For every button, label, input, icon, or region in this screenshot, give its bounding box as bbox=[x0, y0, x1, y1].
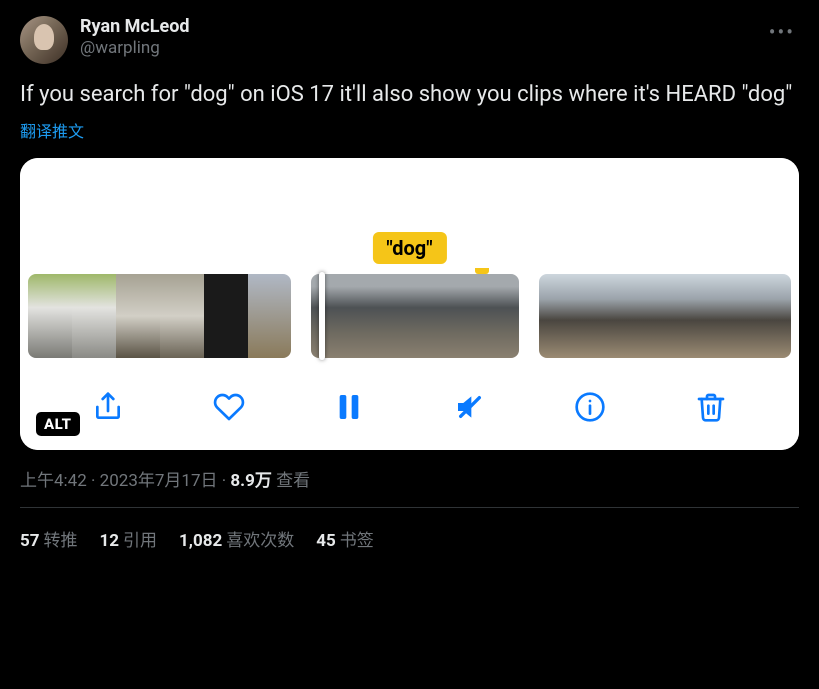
media-caption-area: "dog" bbox=[20, 158, 799, 268]
tweet-meta[interactable]: 上午4:42 · 2023年7月17日 · 8.9万 查看 bbox=[20, 466, 799, 491]
retweets-stat[interactable]: 57转推 bbox=[20, 526, 78, 551]
tweet-time: 上午4:42 bbox=[20, 471, 87, 491]
video-frame bbox=[665, 274, 707, 358]
tweet-date: 2023年7月17日 bbox=[100, 471, 218, 491]
mute-icon[interactable] bbox=[450, 387, 490, 427]
clip-group-active[interactable] bbox=[311, 274, 519, 358]
likes-stat[interactable]: 1,082喜欢次数 bbox=[179, 526, 294, 551]
video-frame bbox=[363, 274, 415, 358]
video-frame bbox=[623, 274, 665, 358]
video-timeline[interactable] bbox=[20, 268, 799, 364]
media-card[interactable]: "dog" bbox=[20, 158, 799, 450]
video-frame bbox=[72, 274, 116, 358]
video-frame bbox=[248, 274, 291, 358]
video-frame bbox=[749, 274, 791, 358]
video-frame bbox=[204, 274, 248, 358]
alt-badge[interactable]: ALT bbox=[36, 412, 80, 436]
quotes-stat[interactable]: 12引用 bbox=[100, 526, 158, 551]
media-toolbar bbox=[20, 364, 799, 450]
video-frame bbox=[116, 274, 160, 358]
trash-icon[interactable] bbox=[691, 387, 731, 427]
info-icon[interactable] bbox=[570, 387, 610, 427]
playhead-icon[interactable] bbox=[319, 272, 325, 360]
tweet-container: Ryan McLeod @warpling ••• If you search … bbox=[0, 0, 819, 569]
more-options-icon[interactable]: ••• bbox=[765, 16, 799, 48]
clip-group[interactable] bbox=[28, 274, 291, 358]
user-info[interactable]: Ryan McLeod @warpling bbox=[80, 16, 753, 58]
video-frame bbox=[539, 274, 581, 358]
clip-group[interactable] bbox=[539, 274, 791, 358]
video-frame bbox=[28, 274, 72, 358]
views-count: 8.9万 bbox=[230, 471, 271, 491]
pause-icon[interactable] bbox=[329, 387, 369, 427]
display-name: Ryan McLeod bbox=[80, 16, 753, 38]
tweet-stats: 57转推 12引用 1,082喜欢次数 45书签 bbox=[20, 508, 799, 569]
avatar[interactable] bbox=[20, 16, 68, 64]
tweet-header: Ryan McLeod @warpling ••• bbox=[20, 16, 799, 64]
user-handle: @warpling bbox=[80, 38, 753, 58]
translate-link[interactable]: 翻译推文 bbox=[20, 118, 84, 142]
tweet-text: If you search for "dog" on iOS 17 it'll … bbox=[20, 80, 799, 110]
caption-bubble: "dog" bbox=[372, 232, 446, 264]
share-icon[interactable] bbox=[88, 387, 128, 427]
video-frame bbox=[467, 274, 519, 358]
views-label: 查看 bbox=[276, 471, 310, 491]
video-frame bbox=[581, 274, 623, 358]
video-frame bbox=[707, 274, 749, 358]
video-frame bbox=[160, 274, 204, 358]
heart-icon[interactable] bbox=[209, 387, 249, 427]
video-frame bbox=[415, 274, 467, 358]
bookmarks-stat[interactable]: 45书签 bbox=[316, 526, 374, 551]
